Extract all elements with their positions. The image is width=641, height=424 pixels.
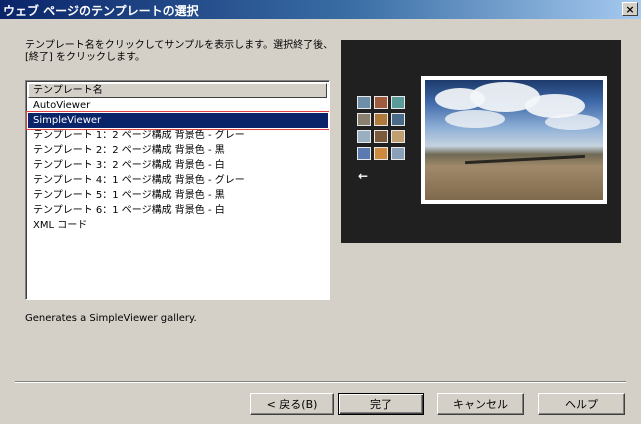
preview-thumbnail (357, 96, 371, 109)
list-item-template-2[interactable]: テンプレート 2：2 ページ構成 背景色 - 黒 (28, 143, 329, 158)
list-item-template-1[interactable]: テンプレート 1：2 ページ構成 背景色 - グレー (28, 128, 329, 143)
list-item-template-5[interactable]: テンプレート 5：1 ページ構成 背景色 - 黒 (28, 188, 329, 203)
preview-thumbnail (374, 147, 388, 160)
template-list-items: AutoViewer SimpleViewer テンプレート 1：2 ページ構成… (26, 98, 329, 233)
help-button[interactable]: ヘルプ (538, 393, 625, 415)
preview-thumbnail (357, 113, 371, 126)
preview-thumbnail (391, 113, 405, 126)
arrow-left-icon: ← (358, 169, 369, 183)
list-item-xml-code[interactable]: XML コード (28, 218, 329, 233)
list-header-template-name[interactable]: テンプレート名 (28, 83, 327, 98)
template-list[interactable]: テンプレート名 AutoViewer SimpleViewer テンプレート 1… (25, 80, 330, 300)
preview-thumbnail (374, 96, 388, 109)
title-bar: ウェブ ページのテンプレートの選択 × (0, 0, 641, 19)
list-item-template-6[interactable]: テンプレート 6：1 ページ構成 背景色 - 白 (28, 203, 329, 218)
back-button[interactable]: < 戻る(B) (250, 393, 334, 415)
cancel-button[interactable]: キャンセル (437, 393, 524, 415)
preview-thumbnail (374, 130, 388, 143)
preview-photo (425, 80, 603, 200)
preview-thumbnail (391, 147, 405, 160)
close-button[interactable]: × (622, 2, 638, 16)
preview-thumbnail (374, 113, 388, 126)
finish-button[interactable]: 完了 (338, 393, 424, 415)
separator (15, 381, 626, 383)
preview-thumbnail (357, 147, 371, 160)
list-item-autoviewer[interactable]: AutoViewer (28, 98, 329, 113)
preview-thumbnail (391, 130, 405, 143)
list-item-template-3[interactable]: テンプレート 3：2 ページ構成 背景色 - 白 (28, 158, 329, 173)
template-preview: ← (341, 40, 621, 243)
preview-thumbnail (391, 96, 405, 109)
list-item-simpleviewer[interactable]: SimpleViewer (26, 111, 329, 130)
instruction-text: テンプレート名をクリックしてサンプルを表示します。選択終了後、[終了] をクリッ… (25, 40, 334, 63)
preview-photo-frame (421, 76, 607, 204)
template-description: Generates a SimpleViewer gallery. (25, 313, 197, 324)
preview-thumbnail (357, 130, 371, 143)
preview-pier (465, 154, 585, 165)
list-item-template-4[interactable]: テンプレート 4：1 ページ構成 背景色 - グレー (28, 173, 329, 188)
window-title: ウェブ ページのテンプレートの選択 (3, 4, 199, 18)
